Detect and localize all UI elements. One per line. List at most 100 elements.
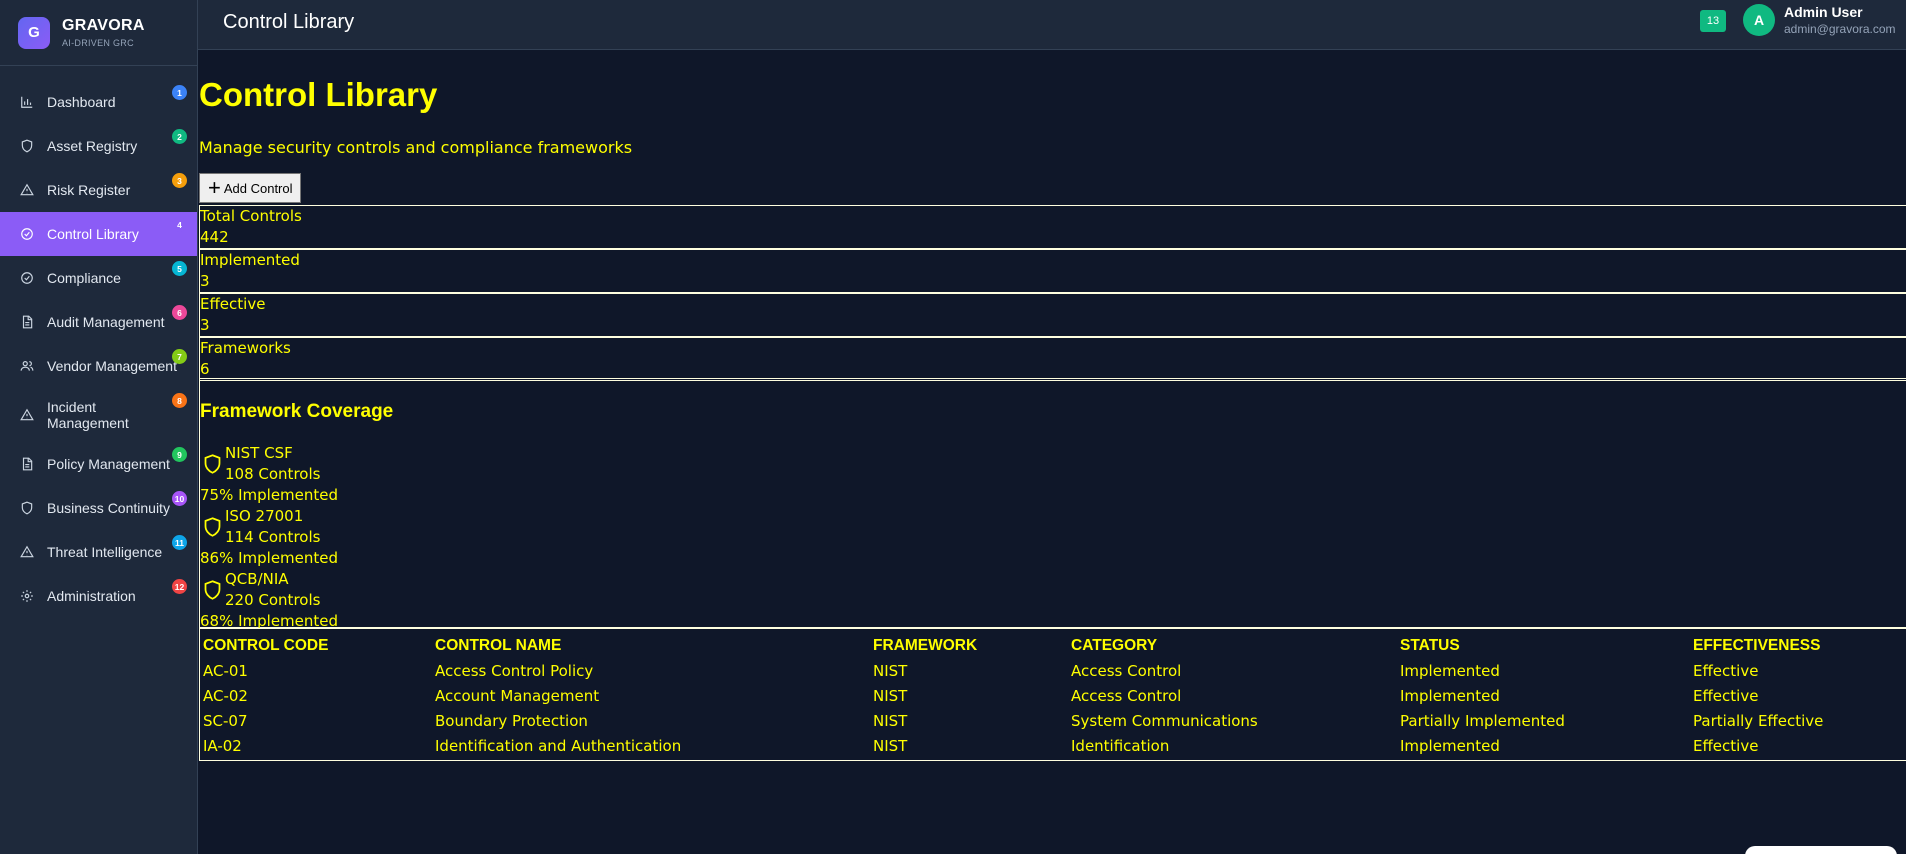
nav-badge: 9 [172, 447, 187, 462]
shield-icon [202, 452, 223, 476]
framework-coverage-card: Framework Coverage NIST CSF 108 Controls… [199, 378, 1906, 630]
framework-name: QCB/NIA [225, 570, 289, 588]
sidebar-item-policy-management[interactable]: Policy Management 9 [0, 442, 197, 486]
sidebar-item-risk-register[interactable]: Risk Register 3 [0, 168, 197, 212]
notification-badge[interactable]: 13 [1700, 10, 1726, 32]
shield-icon [20, 139, 34, 153]
sidebar-item-asset-registry[interactable]: Asset Registry 2 [0, 124, 197, 168]
stat-card-frameworks: Frameworks 6 [199, 337, 1906, 381]
check-circle-icon [20, 227, 34, 241]
gear-icon [20, 589, 34, 603]
column-header[interactable]: CATEGORY [1071, 633, 1400, 658]
sidebar-item-dashboard[interactable]: Dashboard 1 [0, 80, 197, 124]
controls-table: CONTROL CODE CONTROL NAME FRAMEWORK CATE… [203, 633, 1893, 758]
cell-framework: NIST [873, 736, 908, 755]
controls-table-container: CONTROL CODE CONTROL NAME FRAMEWORK CATE… [199, 628, 1906, 761]
framework-implemented: 86% Implemented [200, 549, 339, 567]
nav-badge: 1 [172, 85, 187, 100]
column-header[interactable]: STATUS [1400, 633, 1693, 658]
sidebar-item-label: Asset Registry [47, 138, 138, 154]
stat-label: Frameworks [200, 339, 291, 357]
table-row[interactable]: IA-02 Identification and Authentication … [203, 733, 1893, 758]
header-title: Control Library [223, 11, 355, 33]
nav-badge: 5 [172, 261, 187, 276]
stat-value: 3 [200, 316, 210, 334]
cell-category: Identification [1071, 736, 1170, 755]
framework-item-nist[interactable]: NIST CSF 108 Controls 75% Implemented [200, 443, 600, 506]
table-row[interactable]: AC-02 Account Management NIST Access Con… [203, 683, 1893, 708]
nav-badge: 11 [172, 535, 187, 550]
cell-status: Partially Implemented [1400, 711, 1565, 730]
table-header-row: CONTROL CODE CONTROL NAME FRAMEWORK CATE… [203, 633, 1893, 658]
cell-control-code: AC-01 [203, 661, 248, 680]
plus-icon: + [208, 175, 221, 200]
avatar[interactable]: A [1743, 4, 1775, 36]
sidebar-item-vendor-management[interactable]: Vendor Management 7 [0, 344, 197, 388]
column-header[interactable]: EFFECTIVENESS [1693, 633, 1893, 658]
cell-category: System Communications [1071, 711, 1258, 730]
column-header[interactable]: CONTROL NAME [435, 633, 873, 658]
stat-value: 6 [200, 360, 210, 378]
framework-controls: 114 Controls [225, 528, 321, 546]
nav-badge: 7 [172, 349, 187, 364]
brand[interactable]: G GRAVORA AI-DRIVEN GRC [0, 0, 197, 66]
sidebar-item-audit-management[interactable]: Audit Management 6 [0, 300, 197, 344]
nav-badge: 3 [172, 173, 187, 188]
add-control-button[interactable]: + Add Control [199, 173, 301, 203]
sidebar-item-label: Risk Register [47, 182, 131, 198]
table-row[interactable]: SC-07 Boundary Protection NIST System Co… [203, 708, 1893, 733]
sidebar-item-business-continuity[interactable]: Business Continuity 10 [0, 486, 197, 530]
brand-tagline: AI-DRIVEN GRC [62, 38, 134, 48]
nav-badge: 8 [172, 393, 187, 408]
stat-label: Total Controls [200, 207, 302, 225]
column-header[interactable]: FRAMEWORK [873, 633, 1071, 658]
warning-icon [20, 408, 34, 422]
framework-controls: 108 Controls [225, 465, 321, 483]
nav-badge: 2 [172, 129, 187, 144]
table-row[interactable]: AC-01 Access Control Policy NIST Access … [203, 658, 1893, 683]
cell-framework: NIST [873, 661, 908, 680]
stat-card-total-controls: Total Controls 442 [199, 205, 1906, 249]
sidebar-item-compliance[interactable]: Compliance 5 [0, 256, 197, 300]
sidebar-item-label: Vendor Management [47, 358, 177, 374]
stat-card-implemented: Implemented 3 [199, 249, 1906, 293]
column-header[interactable]: CONTROL CODE [203, 633, 435, 658]
sidebar-item-threat-intelligence[interactable]: Threat Intelligence 11 [0, 530, 197, 574]
nav-badge: 10 [172, 491, 187, 506]
cell-control-code: SC-07 [203, 711, 248, 730]
add-control-label: Add Control [223, 180, 293, 196]
cell-status: Implemented [1400, 661, 1500, 680]
stat-card-effective: Effective 3 [199, 293, 1906, 337]
cell-framework: NIST [873, 686, 908, 705]
cell-status: Implemented [1400, 686, 1500, 705]
framework-item-qcb[interactable]: QCB/NIA 220 Controls 68% Implemented [200, 569, 600, 632]
shield-icon [202, 578, 223, 602]
sidebar-item-incident-management[interactable]: Incident Management 8 [0, 388, 197, 442]
cell-effectiveness: Effective [1693, 736, 1759, 755]
nav-badge: 6 [172, 305, 187, 320]
document-icon [20, 457, 34, 471]
sidebar-item-label: Threat Intelligence [47, 544, 163, 560]
nav-badge: 12 [172, 579, 187, 594]
bar-chart-icon [20, 95, 34, 109]
document-icon [20, 315, 34, 329]
sidebar-item-label: Audit Management [47, 314, 165, 330]
warning-icon [20, 545, 34, 559]
user-name[interactable]: Admin User [1784, 4, 1863, 20]
cell-control-name: Identification and Authentication [435, 736, 682, 755]
framework-name: ISO 27001 [225, 507, 304, 525]
floating-widget[interactable] [1745, 846, 1897, 854]
sidebar-item-control-library[interactable]: Control Library 4 [0, 212, 197, 256]
sidebar-item-label: Policy Management [47, 456, 170, 472]
sidebar-item-label: Compliance [47, 270, 121, 286]
stat-label: Effective [200, 295, 266, 313]
shield-icon [202, 515, 223, 539]
cell-category: Access Control [1071, 686, 1182, 705]
page-title: Control Library [199, 76, 438, 113]
framework-item-iso[interactable]: ISO 27001 114 Controls 86% Implemented [200, 506, 600, 569]
sidebar-item-label: Business Continuity [47, 500, 170, 516]
users-icon [20, 359, 34, 373]
cell-status: Implemented [1400, 736, 1500, 755]
sidebar-item-administration[interactable]: Administration 12 [0, 574, 197, 618]
cell-category: Access Control [1071, 661, 1182, 680]
